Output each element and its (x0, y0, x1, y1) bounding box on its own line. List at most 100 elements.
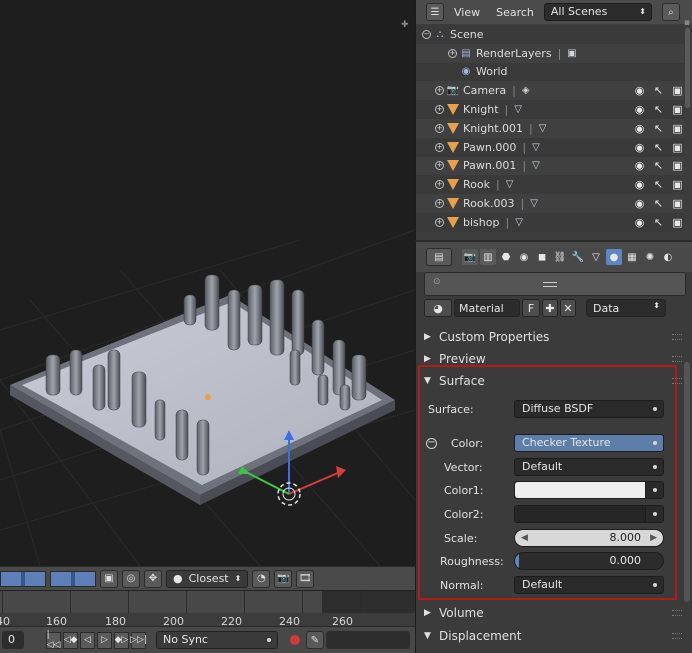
outliner-row[interactable]: + Rook.003 | ▽ ◉ ↖ ▣ (416, 194, 684, 213)
outliner-row[interactable]: + Knight | ▽ ◉ ↖ ▣ (416, 100, 684, 119)
render-layer-icon[interactable]: ◎ (122, 569, 140, 588)
selectable-cursor-icon[interactable]: ↖ (652, 197, 665, 210)
renderable-camera-icon[interactable]: ▣ (671, 159, 684, 172)
material-tab-icon[interactable]: ● (606, 249, 622, 265)
unlink-material-button[interactable]: ✕ (560, 299, 576, 317)
selectable-cursor-icon[interactable]: ↖ (652, 178, 665, 191)
visibility-eye-icon[interactable]: ◉ (633, 178, 646, 191)
selectable-cursor-icon[interactable]: ↖ (652, 159, 665, 172)
expand-icon[interactable]: + (435, 86, 444, 96)
current-frame-field[interactable]: 0 (2, 631, 24, 649)
selectable-cursor-icon[interactable]: ↖ (652, 216, 665, 229)
visibility-eye-icon[interactable]: ◉ (633, 216, 646, 229)
timeline-area[interactable]: 40 160 180 200 220 240 260 (0, 590, 415, 628)
expand-icon[interactable]: + (435, 180, 444, 190)
surface-shader-select[interactable]: Diffuse BSDF (514, 400, 664, 418)
outliner-row[interactable]: ◉ World (416, 62, 684, 82)
area-split-corner[interactable]: ▪ (684, 18, 690, 28)
panel-grip[interactable] (672, 378, 682, 384)
scale-field[interactable]: ◀ 8.000 ▶ (514, 529, 664, 547)
object-tab-icon[interactable]: ◼ (534, 249, 550, 265)
outliner-scrollbar[interactable] (685, 28, 690, 108)
collapse-icon[interactable]: − (422, 29, 431, 39)
color2-swatch[interactable] (514, 505, 664, 523)
physics-tab-icon[interactable]: ◐ (660, 249, 676, 265)
render-tab-icon[interactable]: 📷 (462, 249, 478, 265)
vector-select[interactable]: Default (514, 458, 664, 476)
resize-handle[interactable] (543, 282, 557, 287)
layers-block-2[interactable] (50, 570, 96, 587)
panel-grip[interactable] (672, 633, 682, 639)
visibility-eye-icon[interactable]: ◉ (633, 122, 646, 135)
panel-grip[interactable] (672, 356, 682, 362)
search-menu[interactable]: Search (490, 6, 540, 19)
link-select[interactable]: Data ⬍ (586, 299, 666, 317)
selectable-cursor-icon[interactable]: ↖ (652, 84, 665, 97)
properties-editor-type-icon[interactable]: ▤ (426, 248, 452, 266)
color2-link-button[interactable] (645, 506, 663, 522)
mesh-data-icon[interactable]: ▽ (514, 104, 522, 115)
texture-tab-icon[interactable]: ▦ (624, 249, 640, 265)
renderable-camera-icon[interactable]: ▣ (671, 141, 684, 154)
proportional-edit-icon[interactable]: ◔ (252, 569, 271, 588)
expand-icon[interactable]: + (435, 123, 444, 133)
outliner-row[interactable]: + ▤ RenderLayers | ▣ (416, 43, 684, 63)
world-tab-icon[interactable]: ◉ (516, 249, 532, 265)
outliner-row[interactable]: + Pawn.000 | ▽ ◉ ↖ ▣ (416, 137, 684, 157)
outliner-row[interactable]: + bishop | ▽ ◉ ↖ ▣ (416, 212, 684, 232)
modifiers-tab-icon[interactable]: 🔧 (570, 249, 586, 265)
camera-data-icon[interactable]: ◈ (522, 85, 530, 96)
material-name-field[interactable]: Material (454, 299, 520, 317)
play-reverse-button[interactable]: ◁ (80, 631, 95, 649)
render-layers-tab-icon[interactable]: ▥ (480, 249, 496, 265)
add-material-button[interactable]: ✚ (542, 299, 558, 317)
outliner-row[interactable]: + Rook | ▽ ◉ ↖ ▣ (416, 175, 684, 195)
expand-icon[interactable]: + (435, 161, 444, 171)
mesh-data-icon[interactable]: ▽ (532, 160, 540, 171)
roughness-slider[interactable]: 0.000 (514, 552, 664, 570)
layers-block-1[interactable] (0, 570, 46, 587)
search-icon[interactable]: ⌕ (661, 3, 680, 21)
visibility-eye-icon[interactable]: ◉ (633, 159, 646, 172)
selectable-cursor-icon[interactable]: ↖ (652, 103, 665, 116)
expand-icon[interactable]: + (435, 199, 444, 209)
outliner-row[interactable]: + Pawn.001 | ▽ ◉ ↖ ▣ (416, 156, 684, 176)
properties-scrollbar[interactable] (684, 362, 690, 602)
custom-properties-panel-header[interactable]: ▶ Custom Properties (424, 326, 686, 348)
collapse-link-icon[interactable]: − (426, 437, 437, 449)
normal-select[interactable]: Default (514, 576, 664, 594)
expand-icon[interactable]: + (435, 217, 444, 227)
outliner-editor-type-icon[interactable]: ☰ (426, 3, 444, 21)
outliner-row[interactable]: + 📷 Camera | ◈ ◉ ↖ ▣ (416, 81, 684, 101)
selectable-cursor-icon[interactable]: ↖ (652, 141, 665, 154)
area-split-corner[interactable]: ✚ (401, 20, 411, 30)
material-slot-list[interactable]: ⊙ (424, 272, 686, 296)
3d-viewport[interactable]: ✚ (0, 0, 415, 566)
expand-icon[interactable] (448, 67, 457, 76)
opengl-render-icon[interactable]: 📷 (274, 569, 293, 588)
renderable-camera-icon[interactable]: ▣ (671, 197, 684, 210)
expand-icon[interactable]: + (435, 142, 444, 152)
record-button[interactable] (286, 631, 304, 649)
jump-end-button[interactable]: ▷▷| (130, 631, 147, 649)
renderable-camera-icon[interactable]: ▣ (671, 178, 684, 191)
particles-tab-icon[interactable]: ✺ (642, 249, 658, 265)
outliner-row[interactable]: + Knight.001 | ▽ ◉ ↖ ▣ (416, 118, 684, 138)
opengl-anim-icon[interactable]: 🎞 (296, 569, 315, 588)
data-tab-icon[interactable]: ▽ (588, 249, 604, 265)
outliner-row[interactable]: − ⛬ Scene (416, 25, 684, 44)
fake-user-button[interactable]: F (522, 299, 540, 317)
renderable-camera-icon[interactable]: ▣ (671, 122, 684, 135)
lock-layer-icon[interactable]: ▣ (100, 569, 118, 588)
increment-arrow-icon[interactable]: ▶ (650, 530, 657, 546)
mesh-data-icon[interactable]: ▽ (515, 217, 523, 228)
material-browse-button[interactable]: ◕ (424, 299, 452, 317)
snap-target-select[interactable]: ● Closest ⬍ (166, 569, 249, 588)
mesh-data-icon[interactable]: ▽ (539, 123, 547, 134)
jump-keyframe-forward-button[interactable]: ◆▷ (114, 631, 129, 649)
view-menu[interactable]: View (448, 6, 486, 19)
displacement-panel-header[interactable]: ▼ Displacement (424, 625, 686, 647)
mesh-data-icon[interactable]: ▽ (532, 142, 540, 153)
jump-keyframe-back-button[interactable]: ◁◆ (63, 631, 78, 649)
snap-icon[interactable]: ✥ (144, 569, 162, 588)
